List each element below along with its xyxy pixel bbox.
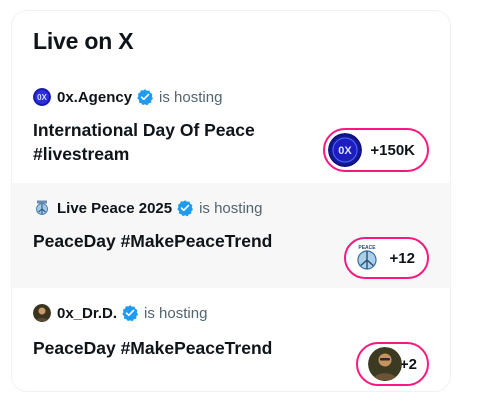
host-name[interactable]: 0x.Agency (57, 89, 132, 106)
listener-avatar: 0X (328, 133, 362, 167)
hosting-label: is hosting (199, 199, 263, 217)
listeners-pill[interactable]: 0X +150K (323, 128, 429, 172)
live-on-x-card: Live on X 0X 0x.Agency is hosting Intern… (11, 10, 451, 392)
listener-count: +2 (399, 355, 417, 373)
listeners-pill[interactable]: +2 (356, 342, 429, 386)
host-row: 0x_Dr.D. is hosting (33, 303, 207, 323)
host-avatar[interactable]: 0X (33, 88, 51, 106)
live-item-2[interactable]: Live Peace 2025 is hosting PeaceDay #Mak… (12, 183, 450, 288)
host-row: Live Peace 2025 is hosting (33, 198, 262, 218)
host-row: 0X 0x.Agency is hosting (33, 87, 222, 107)
live-title[interactable]: PeaceDay #MakePeaceTrend (33, 229, 303, 253)
svg-text:PEACE: PEACE (358, 245, 376, 251)
listener-count: +12 (389, 249, 415, 267)
hosting-label: is hosting (144, 304, 208, 322)
verified-badge-icon (122, 305, 139, 322)
host-avatar[interactable] (33, 304, 51, 322)
live-item-1[interactable]: 0X 0x.Agency is hosting International Da… (12, 75, 450, 183)
svg-text:0X: 0X (37, 93, 47, 102)
host-name[interactable]: Live Peace 2025 (57, 200, 172, 217)
live-title-line-1: International Day Of Peace (33, 120, 255, 140)
listener-avatar: PEACE (351, 242, 383, 274)
verified-badge-icon (177, 200, 194, 217)
section-title: Live on X (33, 28, 134, 54)
verified-badge-icon (137, 89, 154, 106)
svg-text:0X: 0X (338, 145, 352, 157)
live-title-line-2: #livestream (33, 144, 130, 164)
listener-avatar (368, 347, 402, 381)
live-title[interactable]: PeaceDay #MakePeaceTrend (33, 336, 303, 360)
live-item-3[interactable]: 0x_Dr.D. is hosting PeaceDay #MakePeaceT… (12, 288, 450, 391)
hosting-label: is hosting (159, 88, 223, 106)
host-name[interactable]: 0x_Dr.D. (57, 305, 117, 322)
listeners-pill[interactable]: PEACE +12 (344, 237, 429, 279)
host-avatar[interactable] (33, 199, 51, 217)
listener-count: +150K (370, 141, 415, 159)
live-title[interactable]: International Day Of Peace #livestream (33, 118, 303, 166)
